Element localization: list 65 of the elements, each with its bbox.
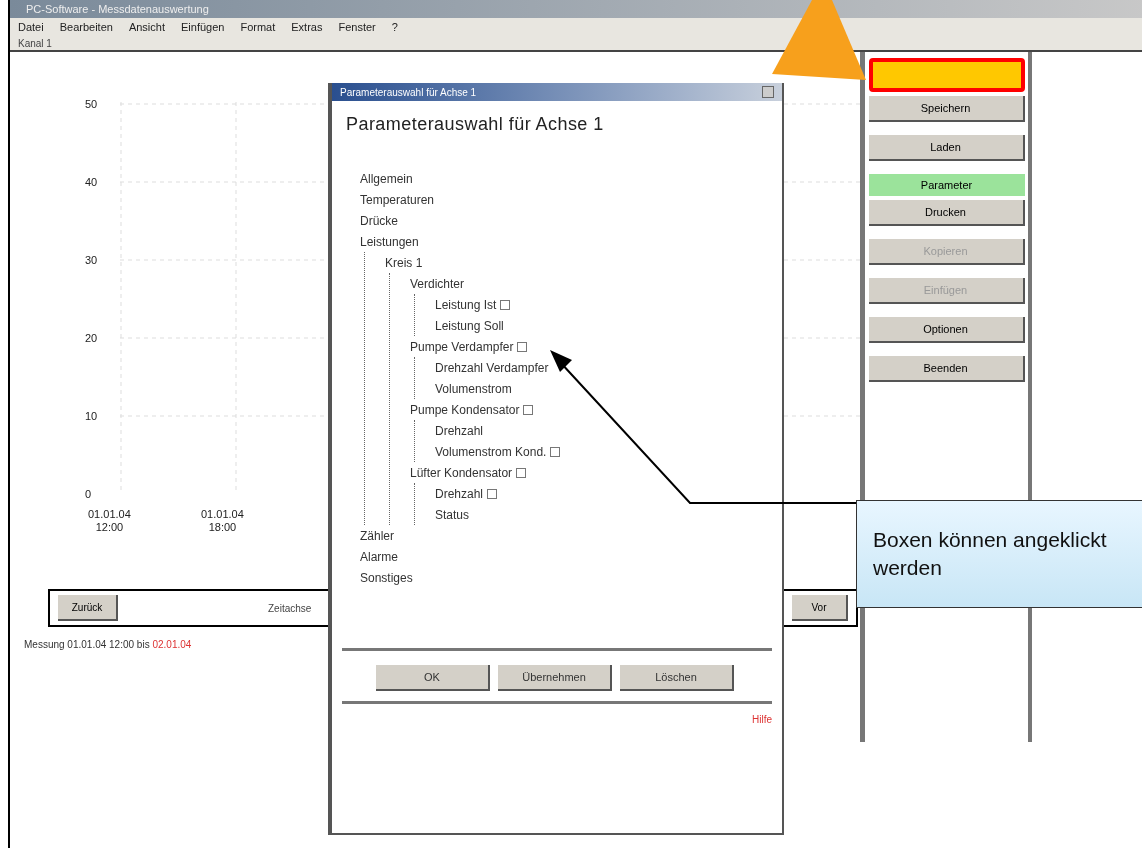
side-button[interactable]: Speichern (868, 96, 1025, 122)
tree-item[interactable]: Drehzahl Verdampfer (435, 358, 549, 377)
side-button[interactable]: Beenden (868, 356, 1025, 382)
x-axis-label: 12:00 (95, 521, 124, 534)
tree-item[interactable]: Kreis 1 (385, 253, 423, 272)
x-axis-label: 01.01.04 (88, 508, 131, 521)
y-axis-label: 20 (85, 331, 98, 346)
dialog-button[interactable]: Übernehmen (498, 665, 612, 691)
tree-item[interactable]: Drehzahl (435, 484, 484, 503)
tree-item[interactable]: Pumpe Kondensator (410, 400, 520, 419)
status-text: Messung 01.01.04 12:00 bis 02.01.04 (24, 639, 192, 650)
tree-item[interactable]: Volumenstrom (435, 379, 512, 398)
y-axis-label: 40 (85, 175, 98, 190)
tree-item[interactable]: Allgemein (360, 169, 413, 188)
checkbox[interactable] (517, 341, 528, 352)
y-axis-label: 10 (85, 409, 98, 424)
tree-item[interactable]: Zähler (360, 526, 394, 545)
tree-item[interactable]: Status (435, 505, 470, 524)
tree-item[interactable]: Leistung Ist (435, 295, 497, 314)
menu-item[interactable]: Extras (291, 18, 323, 36)
menu-item[interactable]: ? (391, 18, 398, 36)
tree-item[interactable]: Temperaturen (360, 190, 435, 209)
window-title: PC-Software - Messdatenauswertung (26, 1, 209, 17)
tree-item[interactable]: Sonstiges (360, 568, 413, 587)
x-axis-label: 01.01.04 (201, 508, 244, 521)
callout-text: Boxen können angeklickt werden (873, 527, 1108, 581)
side-button[interactable]: Drucken (868, 200, 1025, 226)
menu-item[interactable]: Fenster (338, 18, 376, 36)
checkbox[interactable] (550, 446, 561, 457)
dialog-button[interactable]: Löschen (620, 665, 734, 691)
tree-item[interactable]: Verdichter (410, 274, 465, 293)
checkbox[interactable] (500, 299, 511, 310)
tree-item[interactable]: Alarme (360, 547, 398, 566)
menu-item[interactable]: Ansicht (128, 18, 165, 36)
y-axis-label: 0 (85, 487, 92, 502)
toolbar-label: Kanal 1 (18, 36, 52, 51)
tree-item[interactable]: Drücke (360, 211, 398, 230)
checkbox[interactable] (523, 404, 534, 415)
side-button[interactable]: Parameter (868, 174, 1025, 196)
back-button[interactable]: Zurück (58, 595, 118, 621)
forward-button[interactable]: Vor (792, 595, 848, 621)
highlighted-button[interactable] (868, 58, 1025, 92)
side-button[interactable]: Laden (868, 135, 1025, 161)
tree-item[interactable]: Leistung Soll (435, 316, 504, 335)
checkbox[interactable] (516, 467, 527, 478)
tree-item[interactable]: Drehzahl (435, 421, 484, 440)
dialog-heading: Parameterauswahl für Achse 1 (346, 113, 605, 136)
tree-item[interactable]: Lüfter Kondensator (410, 463, 513, 482)
tree-item[interactable]: Volumenstrom Kond. (435, 442, 547, 461)
menu-item[interactable]: Bearbeiten (59, 18, 113, 36)
dialog-title: Parameterauswahl für Achse 1 (340, 85, 477, 100)
bottom-bar-label: Zeitachse (268, 601, 312, 616)
checkbox[interactable] (487, 488, 498, 499)
x-axis-label: 18:00 (208, 521, 237, 534)
y-axis-label: 30 (85, 253, 98, 268)
side-button[interactable]: Optionen (868, 317, 1025, 343)
menu-item[interactable]: Datei (18, 18, 44, 36)
close-icon[interactable] (762, 86, 774, 98)
tree-item[interactable]: Leistungen (360, 232, 419, 251)
tree-item[interactable]: Pumpe Verdampfer (410, 337, 514, 356)
menu-item[interactable]: Format (240, 18, 276, 36)
dialog-button[interactable]: OK (376, 665, 490, 691)
menu-item[interactable]: Einfügen (181, 18, 225, 36)
y-axis-label: 50 (85, 97, 98, 112)
help-link[interactable]: Hilfe (752, 712, 772, 727)
